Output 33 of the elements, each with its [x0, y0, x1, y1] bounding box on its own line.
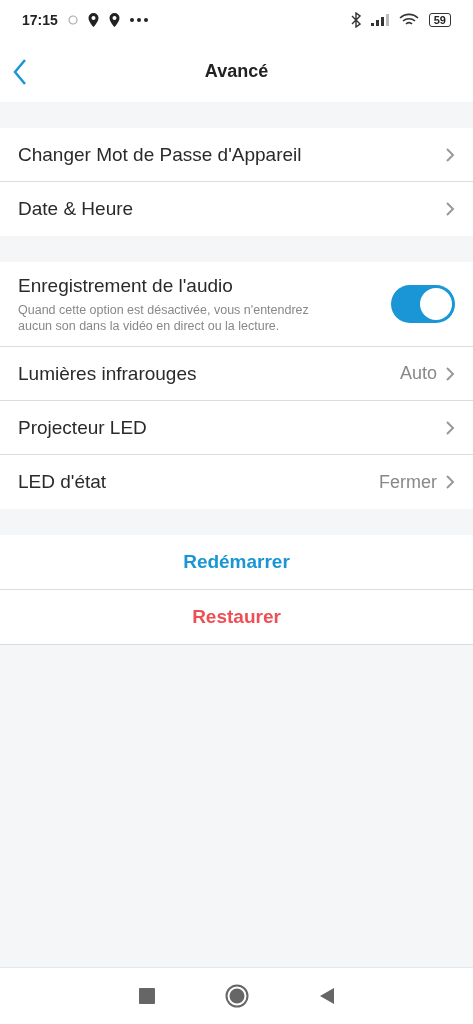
setting-label: Lumières infrarouges	[18, 362, 198, 385]
battery-level: 59	[428, 13, 451, 27]
setting-label: Changer Mot de Passe d'Appareil	[18, 143, 303, 166]
signal-icon	[370, 14, 389, 26]
setting-label: Enregistrement de l'audio	[18, 274, 234, 297]
chevron-right-icon	[445, 365, 455, 382]
wifi-icon	[398, 13, 419, 27]
settings-row[interactable]: Changer Mot de Passe d'Appareil	[0, 128, 473, 182]
setting-description: Quand cette option est désactivée, vous n'entendrez aucun son dans la vidéo en direct ou la lecture.	[18, 301, 310, 334]
settings-row[interactable]: LED d'état Fermer	[0, 455, 473, 509]
hand-icon	[67, 15, 78, 25]
setting-label: LED d'état	[18, 471, 108, 493]
audio-toggle[interactable]	[391, 285, 455, 323]
recents-button[interactable]	[138, 988, 155, 1004]
setting-label: Projecteur LED	[18, 416, 148, 439]
home-button[interactable]	[224, 984, 249, 1008]
setting-value: Fermer	[379, 471, 437, 493]
chevron-right-icon	[445, 474, 455, 490]
more-icon	[129, 18, 148, 22]
location-pin-icon	[108, 13, 120, 27]
settings-row[interactable]: Date & Heure	[0, 182, 473, 236]
settings-row[interactable]: Projecteur LED	[0, 401, 473, 455]
chevron-right-icon	[445, 146, 455, 163]
back-nav-button[interactable]	[318, 987, 335, 1005]
setting-label: Date & Heure	[18, 198, 135, 220]
page-title: Avancé	[204, 60, 269, 82]
chevron-right-icon	[445, 419, 455, 436]
status-time: 17:15	[22, 12, 58, 28]
settings-row[interactable]: Lumières infrarouges Auto	[0, 347, 473, 401]
setting-value: Auto	[399, 363, 437, 384]
bluetooth-icon	[350, 12, 361, 28]
location-pin-icon	[87, 13, 99, 27]
chevron-right-icon	[445, 201, 455, 217]
